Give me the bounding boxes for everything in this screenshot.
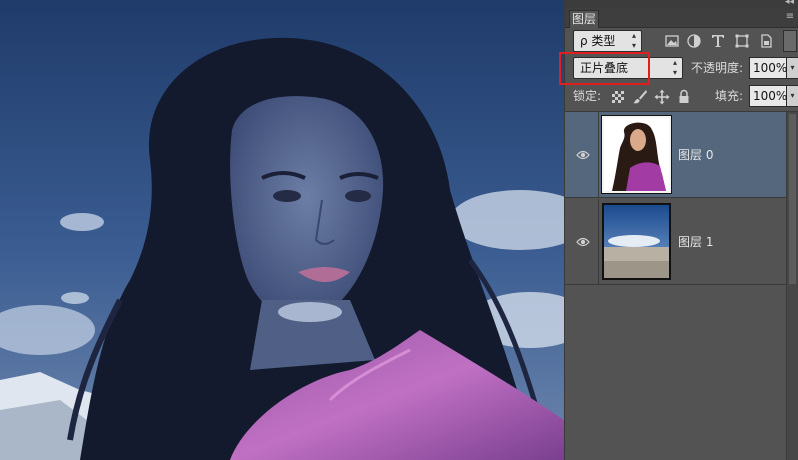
image-filter-icon[interactable] xyxy=(663,32,681,50)
woman-portrait-thumbnail xyxy=(604,118,669,191)
layer-filter-dropdown[interactable]: ρ 类型 ▴ ▾ xyxy=(573,30,642,52)
opacity-label: 不透明度: xyxy=(691,61,744,75)
document-canvas[interactable] xyxy=(0,0,564,460)
layers-scrollbar[interactable] xyxy=(786,112,798,460)
lock-all-icon[interactable] xyxy=(675,88,693,106)
opacity-input[interactable]: 100% xyxy=(749,57,787,79)
dropdown-arrows-icon: ▴ ▾ xyxy=(631,31,636,50)
scrollbar-thumb[interactable] xyxy=(789,114,796,284)
filter-toggle-switch[interactable] xyxy=(783,30,797,52)
fill-label: 填充: xyxy=(715,89,744,103)
lock-label: 锁定: xyxy=(573,89,602,103)
panel-collapse-bar[interactable]: ◂◂ xyxy=(565,0,798,8)
opacity-slider-toggle[interactable]: ▾ xyxy=(787,57,798,79)
tab-layers[interactable]: 图层 xyxy=(569,10,599,28)
layer-thumbnail[interactable] xyxy=(602,203,671,280)
fill-slider-toggle[interactable]: ▾ xyxy=(787,85,798,107)
collapse-panel-icon[interactable]: ◂◂ xyxy=(785,0,794,7)
layer-name[interactable]: 图层 0 xyxy=(678,147,713,163)
sky-mountain-thumbnail xyxy=(604,205,669,278)
layer-row-1[interactable]: 图层 1 xyxy=(565,199,787,285)
shape-filter-icon[interactable] xyxy=(733,32,751,50)
composited-image xyxy=(0,0,564,460)
lock-position-icon[interactable] xyxy=(653,88,671,106)
layer-thumbnail[interactable] xyxy=(601,115,672,194)
fill-input[interactable]: 100% xyxy=(749,85,787,107)
eye-icon[interactable] xyxy=(576,236,590,248)
layer-filter-value: ρ 类型 xyxy=(580,34,616,48)
adjustment-filter-icon[interactable] xyxy=(685,32,703,50)
dropdown-arrows-icon: ▴ ▾ xyxy=(672,58,677,77)
panel-menu-icon[interactable]: ≡ xyxy=(784,11,796,23)
lock-paint-icon[interactable] xyxy=(631,88,649,106)
panel-tab-row: 图层 ≡ xyxy=(565,8,798,28)
layer-row-0[interactable]: 图层 0 xyxy=(565,112,787,198)
smart-object-filter-icon[interactable] xyxy=(757,32,775,50)
lock-transparent-icon[interactable] xyxy=(609,88,627,106)
type-filter-icon[interactable] xyxy=(709,32,727,50)
layer-name[interactable]: 图层 1 xyxy=(678,234,713,250)
blend-mode-highlight-box xyxy=(559,52,650,85)
eye-icon[interactable] xyxy=(576,149,590,161)
layers-list: 图层 0 图层 1 xyxy=(565,112,787,460)
